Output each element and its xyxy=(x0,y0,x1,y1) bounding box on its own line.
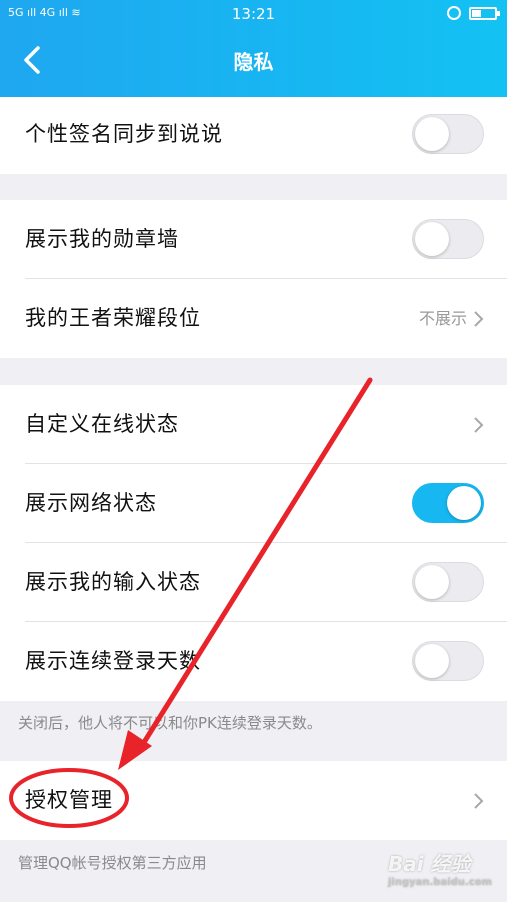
network-status-toggle[interactable] xyxy=(412,483,484,523)
auth-note: 管理QQ帐号授权第三方应用 xyxy=(18,854,207,872)
privacy-settings-screen: 5G ıll 4G ıll ≋ 13:21 隐私 个性签名同步到说说 展示我的勋… xyxy=(0,0,507,902)
row-label: 展示我的勋章墙 xyxy=(25,227,179,251)
row-login-days[interactable]: 展示连续登录天数 xyxy=(0,622,507,701)
row-label: 展示连续登录天数 xyxy=(25,649,201,673)
medal-wall-toggle[interactable] xyxy=(412,219,484,259)
chevron-right-icon xyxy=(474,417,484,433)
login-days-toggle[interactable] xyxy=(412,641,484,681)
battery-icon xyxy=(469,7,500,20)
group-medals: 展示我的勋章墙 我的王者荣耀段位 不展示 xyxy=(0,200,507,358)
group-auth: 授权管理 xyxy=(0,761,507,840)
row-label: 我的王者荣耀段位 xyxy=(25,306,201,330)
row-medal-wall[interactable]: 展示我的勋章墙 xyxy=(0,200,507,279)
group-signature: 个性签名同步到说说 xyxy=(0,97,507,174)
input-status-toggle[interactable] xyxy=(412,562,484,602)
row-signature-sync[interactable]: 个性签名同步到说说 xyxy=(0,95,507,174)
login-days-note: 关闭后，他人将不可以和你PK连续登录天数。 xyxy=(18,714,322,732)
top-bar: 5G ıll 4G ıll ≋ 13:21 隐私 xyxy=(0,0,507,97)
signature-sync-toggle[interactable] xyxy=(412,114,484,154)
row-honor-rank[interactable]: 我的王者荣耀段位 不展示 xyxy=(0,279,507,358)
status-time: 13:21 xyxy=(231,5,276,23)
honor-rank-value: 不展示 xyxy=(418,309,467,328)
row-network-status[interactable]: 展示网络状态 xyxy=(0,464,507,543)
row-label: 授权管理 xyxy=(25,788,113,812)
row-label: 展示我的输入状态 xyxy=(25,570,201,594)
chevron-right-icon xyxy=(474,311,484,327)
row-input-status[interactable]: 展示我的输入状态 xyxy=(0,543,507,622)
row-label: 展示网络状态 xyxy=(25,491,157,515)
alarm-icon xyxy=(447,6,461,20)
row-auth-manage[interactable]: 授权管理 xyxy=(0,761,507,840)
chevron-right-icon xyxy=(474,793,484,809)
page-title: 隐私 xyxy=(233,50,274,74)
status-bar: 5G ıll 4G ıll ≋ 13:21 xyxy=(0,0,507,28)
row-custom-status[interactable]: 自定义在线状态 xyxy=(0,385,507,464)
baidu-watermark: Bai 经验 jingyan.baidu.com xyxy=(388,852,492,888)
row-label: 自定义在线状态 xyxy=(25,412,179,436)
row-label: 个性签名同步到说说 xyxy=(25,122,223,146)
group-status: 自定义在线状态 展示网络状态 展示我的输入状态 展示连续登录天数 xyxy=(0,385,507,701)
